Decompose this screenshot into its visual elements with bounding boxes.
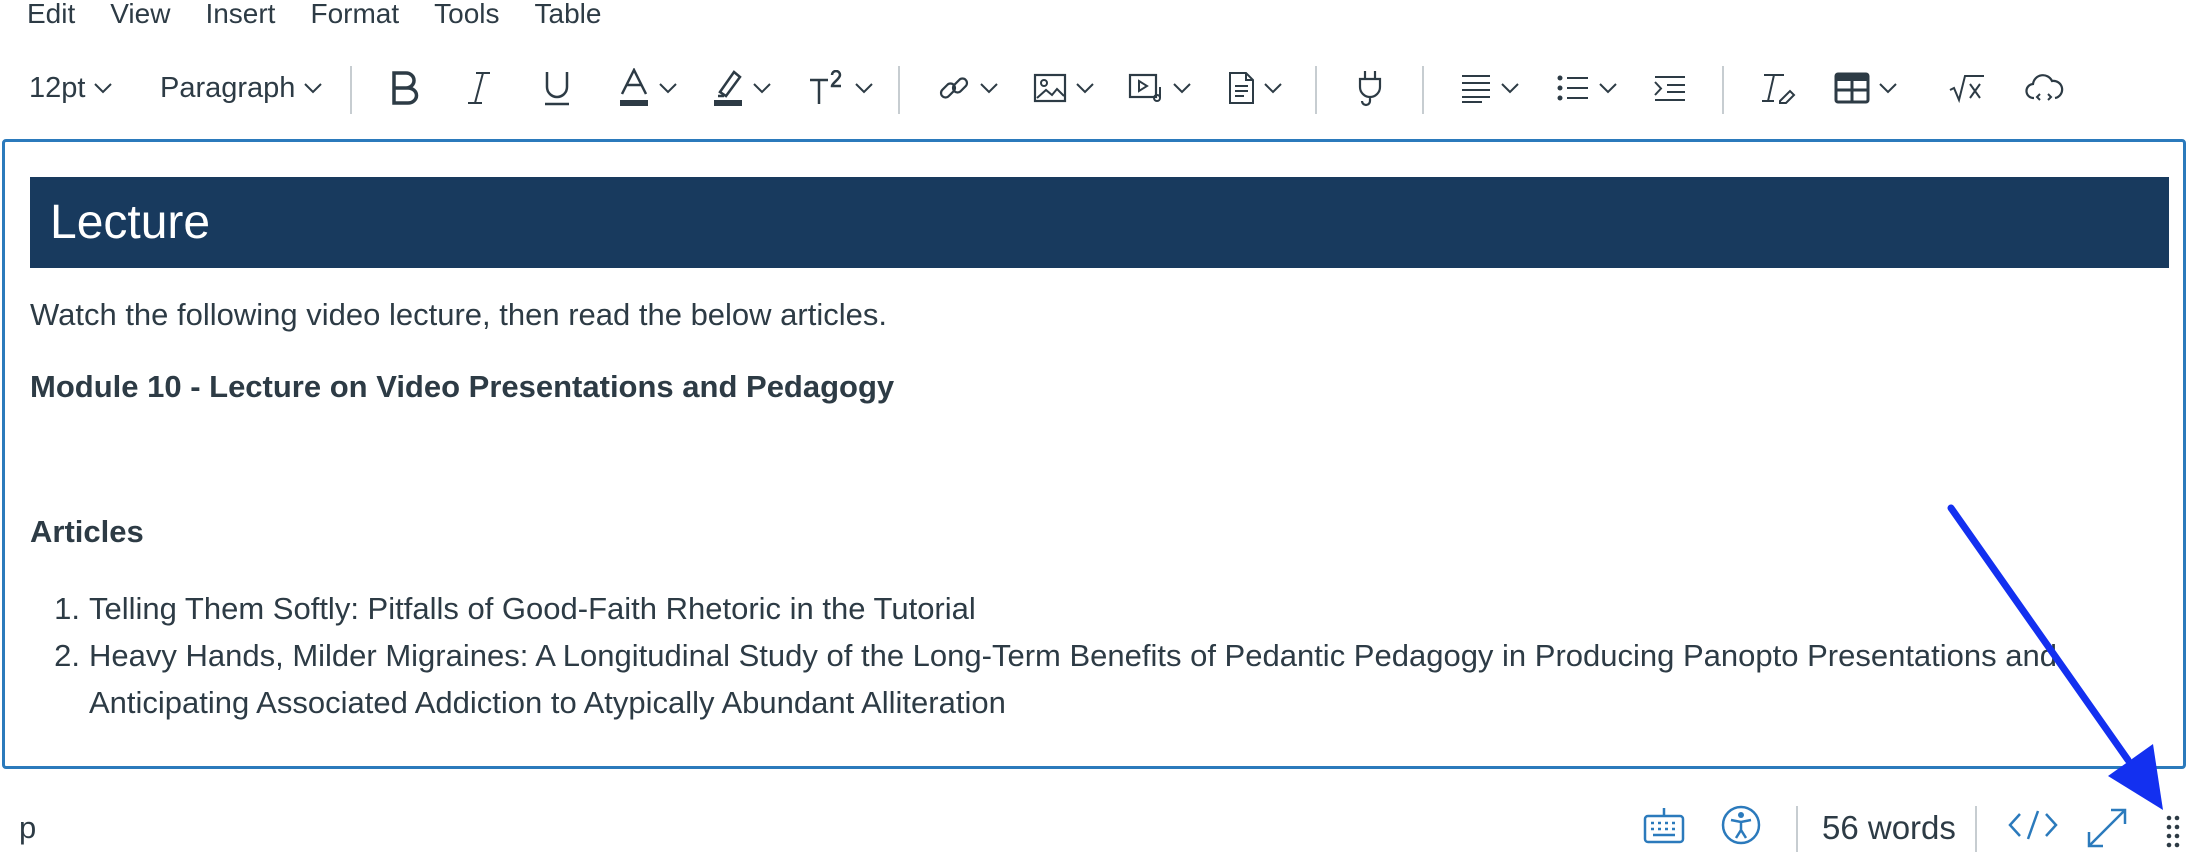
list-item: 1. Telling Them Softly: Pitfalls of Good… [30,585,2149,632]
list-item-number: 1. [54,591,80,626]
list-item-number: 2. [54,638,80,673]
keyboard-icon [1643,808,1685,844]
equation-button[interactable] [1948,66,1986,110]
underline-icon [545,72,569,106]
font-size-select[interactable]: 12pt [29,66,113,110]
media-icon [1128,73,1161,102]
superscript-button[interactable] [808,66,874,110]
underline-button[interactable] [542,66,572,110]
menu-view[interactable]: View [110,0,170,28]
document-icon [1229,72,1254,104]
menu-format[interactable]: Format [310,0,399,28]
element-path[interactable]: p [19,810,36,846]
word-count[interactable]: 56 words [1822,809,1956,847]
menubar: Edit View Insert Format Tools Table [0,0,609,36]
chevron-down-icon [304,83,323,94]
media-button[interactable] [1128,66,1192,110]
toolbar-divider [898,66,900,114]
chevron-down-icon [1076,83,1094,94]
table-icon [1834,72,1870,104]
toolbar-divider [1315,66,1317,114]
table-button[interactable] [1834,66,1898,110]
image-icon [1033,73,1067,103]
chevron-down-icon [855,83,873,94]
lecture-banner: Lecture [30,177,2169,268]
document-button[interactable] [1227,66,1283,110]
list-item: 2. Heavy Hands, Milder Migraines: A Long… [30,632,2149,726]
toolbar-divider [1722,66,1724,114]
indent-icon [1654,76,1685,101]
plugin-icon [1358,71,1382,107]
resize-handle[interactable] [2165,814,2181,855]
intro-paragraph: Watch the following video lecture, then … [30,297,887,332]
chevron-down-icon [94,83,113,94]
equation-icon [1949,75,1984,104]
list-item-text: Telling Them Softly: Pitfalls of Good-Fa… [89,591,976,626]
banner-title: Lecture [50,196,211,249]
highlight-icon [714,70,742,106]
font-size-value: 12pt [29,71,86,104]
indent-button[interactable] [1653,66,1687,110]
expand-icon [2087,808,2127,848]
italic-button[interactable] [466,66,492,110]
keyboard-shortcuts-button[interactable] [1643,804,1685,851]
align-icon [1462,75,1490,103]
list-item-text: Heavy Hands, Milder Migraines: A Longitu… [89,638,2057,720]
accessibility-checker-button[interactable] [1720,804,1762,851]
chevron-down-icon [1264,83,1282,94]
statusbar-divider [1796,806,1798,852]
chevron-down-icon [1173,83,1191,94]
block-format-select[interactable]: Paragraph [160,66,323,110]
fullscreen-button[interactable] [2085,806,2129,855]
bold-button[interactable] [390,66,420,110]
chevron-down-icon [753,83,771,94]
drag-handle-icon [2166,815,2180,848]
list-button[interactable] [1556,66,1618,110]
chevron-down-icon [659,83,677,94]
articles-list: 1. Telling Them Softly: Pitfalls of Good… [30,585,2149,726]
link-button[interactable] [937,66,999,110]
articles-heading: Articles [30,514,144,549]
code-icon [2008,810,2058,840]
accessibility-icon [1721,805,1761,845]
highlight-button[interactable] [712,66,772,110]
editor-toolbar: 12pt Paragraph [0,58,2194,118]
toolbar-divider [350,66,352,114]
list-icon [1557,75,1588,101]
text-color-button[interactable] [618,66,678,110]
menu-insert[interactable]: Insert [205,0,275,28]
superscript-icon [810,70,842,104]
cloud-icon [2025,74,2064,101]
chevron-down-icon [980,83,998,94]
cloud-button[interactable] [2024,66,2064,110]
clear-format-button[interactable] [1760,66,1796,110]
clear-format-icon [1762,74,1796,104]
align-button[interactable] [1460,66,1520,110]
image-button[interactable] [1033,66,1095,110]
text-color-icon [620,68,648,106]
toolbar-divider [1422,66,1424,114]
chevron-down-icon [1501,83,1519,94]
menu-tools[interactable]: Tools [434,0,499,28]
menu-edit[interactable]: Edit [27,0,75,28]
chevron-down-icon [1599,83,1617,94]
html-editor-toggle[interactable] [2008,808,2058,847]
editor-content-area[interactable]: Lecture Watch the following video lectur… [2,139,2186,769]
chevron-down-icon [1879,83,1897,94]
block-format-value: Paragraph [160,71,296,104]
bold-icon [392,71,419,105]
menu-table[interactable]: Table [535,0,602,28]
plugin-button[interactable] [1355,66,1385,110]
statusbar-divider [1975,806,1977,852]
italic-icon [468,72,490,104]
editor-statusbar: p 56 words [0,790,2194,858]
link-icon [939,77,969,99]
module-lecture-link[interactable]: Module 10 - Lecture on Video Presentatio… [30,369,894,405]
